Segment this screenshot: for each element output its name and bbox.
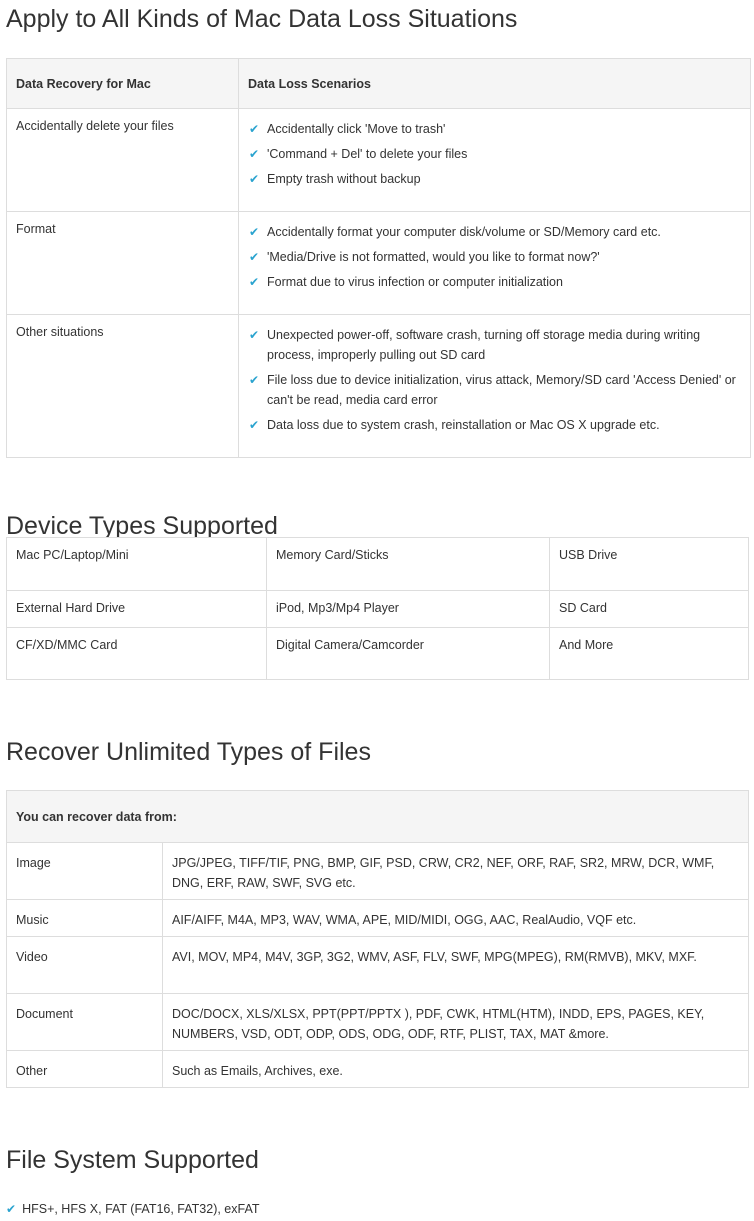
column-header: Data Loss Scenarios [238,58,751,109]
scenario-list-cell: ✔ Accidentally click 'Move to trash' ✔ 'Co… [238,108,751,212]
check-icon: ✔ [249,373,260,387]
section-title-file-systems: File System Supported [6,1146,259,1174]
device-cell: USB Drive [549,537,749,591]
column-header: Data Recovery for Mac [6,58,239,109]
list-item: ✔ Unexpected power-off, software crash, t… [249,325,741,365]
list-item: ✔ HFS+, HFS X, FAT (FAT16, FAT32), exFAT [6,1202,260,1216]
table-row: Accidentally delete your files ✔ Accident… [6,108,751,212]
device-cell: Memory Card/Sticks [266,537,550,591]
section-title-devices: Device Types Supported [6,512,278,537]
file-type-label: Document [6,993,163,1051]
check-icon: ✔ [249,418,260,432]
list-item: ✔ Accidentally format your computer disk/… [249,222,741,242]
table-row: Format ✔ Accidentally format your compute… [6,211,751,315]
file-formats: DOC/DOCX, XLS/XLSX, PPT(PPT/PPTX ), PDF,… [162,993,749,1051]
check-icon: ✔ [249,147,260,161]
check-icon: ✔ [249,250,260,264]
section-title-data-loss: Apply to All Kinds of Mac Data Loss Situ… [6,5,518,33]
table-row: CF/XD/MMC Card Digital Camera/Camcorder … [6,627,749,680]
file-type-label: Music [6,899,163,937]
table-row: Music AIF/AIFF, M4A, MP3, WAV, WMA, APE,… [6,899,749,937]
device-cell: iPod, Mp3/Mp4 Player [266,590,550,628]
device-cell: CF/XD/MMC Card [6,627,267,680]
table-row: Document DOC/DOCX, XLS/XLSX, PPT(PPT/PPT… [6,993,749,1051]
table-row: Image JPG/JPEG, TIFF/TIF, PNG, BMP, GIF,… [6,842,749,900]
section-title-file-types: Recover Unlimited Types of Files [6,738,371,766]
table-row: External Hard Drive iPod, Mp3/Mp4 Player… [6,590,749,628]
list-item: ✔ 'Command + Del' to delete your files [249,144,741,164]
table-row: Mac PC/Laptop/Mini Memory Card/Sticks US… [6,537,749,591]
check-icon: ✔ [249,122,260,136]
check-icon: ✔ [249,172,260,186]
file-type-label: Video [6,936,163,994]
check-icon: ✔ [249,328,260,342]
table-header-row: You can recover data from: [6,790,749,843]
device-cell: SD Card [549,590,749,628]
device-cell: Mac PC/Laptop/Mini [6,537,267,591]
file-formats: Such as Emails, Archives, exe. [162,1050,749,1088]
scenario-label: Format [6,211,239,315]
data-loss-table: Data Recovery for Mac Data Loss Scenario… [6,58,751,458]
device-cell: Digital Camera/Camcorder [266,627,550,680]
check-icon: ✔ [249,225,260,239]
scenario-label: Other situations [6,314,239,458]
device-types-table: Mac PC/Laptop/Mini Memory Card/Sticks US… [6,537,749,680]
table-header-row: Data Recovery for Mac Data Loss Scenario… [6,58,751,109]
scenario-list-cell: ✔ Unexpected power-off, software crash, t… [238,314,751,458]
list-item: ✔ File loss due to device initialization,… [249,370,741,410]
file-type-label: Other [6,1050,163,1088]
list-item: ✔ Accidentally click 'Move to trash' [249,119,741,139]
list-item: ✔ Format due to virus infection or comput… [249,272,741,292]
scenario-label: Accidentally delete your files [6,108,239,212]
scenario-list-cell: ✔ Accidentally format your computer disk/… [238,211,751,315]
file-type-label: Image [6,842,163,900]
list-item: ✔ Data loss due to system crash, reinstal… [249,415,741,435]
table-row: Video AVI, MOV, MP4, M4V, 3GP, 3G2, WMV,… [6,936,749,994]
device-cell: External Hard Drive [6,590,267,628]
check-icon: ✔ [6,1202,17,1216]
device-cell: And More [549,627,749,680]
table-header: You can recover data from: [6,790,749,843]
list-item: ✔ 'Media/Drive is not formatted, would yo… [249,247,741,267]
list-item: ✔ Empty trash without backup [249,169,741,189]
table-row: Other situations ✔ Unexpected power-off, … [6,314,751,458]
file-formats: AIF/AIFF, M4A, MP3, WAV, WMA, APE, MID/M… [162,899,749,937]
file-types-table: You can recover data from: Image JPG/JPE… [6,790,749,1088]
file-formats: JPG/JPEG, TIFF/TIF, PNG, BMP, GIF, PSD, … [162,842,749,900]
table-row: Other Such as Emails, Archives, exe. [6,1050,749,1088]
check-icon: ✔ [249,275,260,289]
file-formats: AVI, MOV, MP4, M4V, 3GP, 3G2, WMV, ASF, … [162,936,749,994]
